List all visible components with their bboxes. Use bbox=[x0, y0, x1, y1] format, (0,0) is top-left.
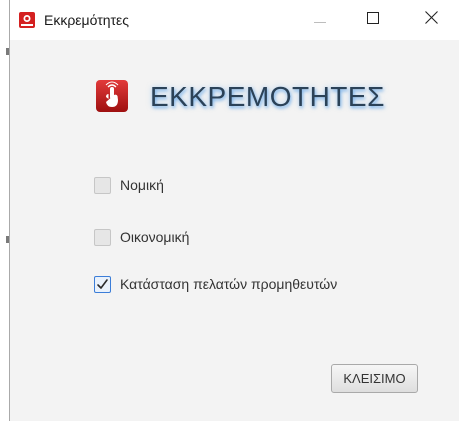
checkbox-box[interactable] bbox=[94, 275, 111, 293]
checkbox-box[interactable] bbox=[94, 176, 111, 194]
app-icon bbox=[19, 12, 35, 28]
checkbox-financial[interactable]: Οικονομική bbox=[94, 227, 189, 247]
window-title: Εκκρεμότητες bbox=[44, 12, 130, 28]
close-icon bbox=[424, 11, 438, 29]
hand-pointer-icon bbox=[96, 80, 128, 112]
maximize-button[interactable] bbox=[350, 0, 396, 40]
checkbox-label: Νομική bbox=[120, 177, 164, 193]
maximize-icon bbox=[367, 11, 379, 29]
minimize-icon bbox=[314, 11, 326, 29]
screen: Εκκρεμότητες ΕΚΚΡΕΜΟΤΗΤΕΣ Νομική Οικονομ… bbox=[0, 0, 459, 421]
checkbox-label: Οικονομική bbox=[120, 229, 190, 245]
checkbox-label: Κατάσταση πελατών προμηθευτών bbox=[120, 276, 338, 292]
title-bar[interactable]: Εκκρεμότητες bbox=[10, 0, 459, 40]
checkbox-customer-supplier-status[interactable]: Κατάσταση πελατών προμηθευτών bbox=[94, 274, 337, 294]
background-window-edge bbox=[0, 0, 9, 421]
close-button[interactable]: ΚΛΕΙΣΙΜΟ bbox=[331, 364, 418, 393]
close-window-button[interactable] bbox=[408, 0, 454, 40]
minimize-button[interactable] bbox=[297, 0, 343, 40]
checkbox-legal[interactable]: Νομική bbox=[94, 175, 164, 195]
dialog-window: Εκκρεμότητες ΕΚΚΡΕΜΟΤΗΤΕΣ Νομική Οικονομ… bbox=[9, 0, 459, 421]
page-title: ΕΚΚΡΕΜΟΤΗΤΕΣ bbox=[150, 81, 385, 112]
checkbox-box[interactable] bbox=[94, 228, 111, 246]
